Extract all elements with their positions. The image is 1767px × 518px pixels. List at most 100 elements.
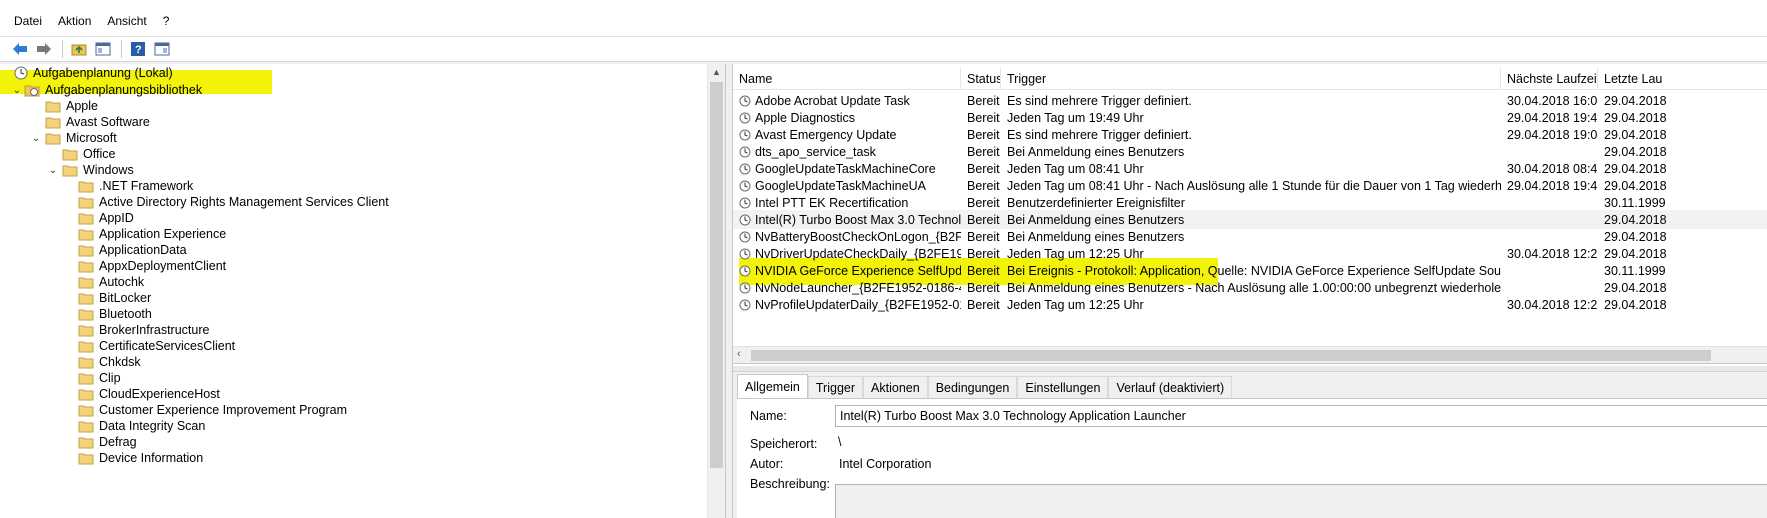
scrollbar-thumb[interactable] — [710, 82, 723, 468]
task-last-run-cell: 30.11.1999 — [1604, 263, 1666, 278]
task-trigger-cell: Jeden Tag um 19:49 Uhr — [1007, 110, 1144, 125]
tab-verlauf[interactable]: Verlauf (deaktiviert) — [1108, 376, 1233, 398]
task-trigger-cell: Es sind mehrere Trigger definiert. — [1007, 93, 1192, 108]
task-name-cell: Adobe Acrobat Update Task — [733, 94, 961, 108]
task-list-horizontal-scrollbar[interactable]: ‹ — [733, 346, 1767, 363]
task-clock-icon — [739, 180, 751, 192]
task-trigger-cell: Bei Anmeldung eines Benutzers — [1007, 229, 1185, 244]
author-label: Autor: — [750, 457, 784, 471]
folder-icon — [78, 180, 94, 193]
up-folder-icon[interactable] — [69, 39, 89, 59]
task-status-cell: Bereit — [967, 178, 1000, 193]
task-trigger-cell: Bei Anmeldung eines Benutzers — [1007, 212, 1185, 227]
tree-item-label: Data Integrity Scan — [99, 419, 206, 433]
svg-text:?: ? — [135, 44, 142, 56]
column-header-name[interactable]: Name — [733, 68, 961, 90]
folder-icon — [78, 260, 94, 273]
column-header-last-run[interactable]: Letzte Lau — [1598, 68, 1767, 90]
task-row[interactable]: NvProfileUpdaterDaily_{B2FE1952-0186-46.… — [733, 295, 1767, 314]
tree-item-label: CertificateServicesClient — [99, 339, 236, 353]
task-next-run-cell: 29.04.2018 19:41:51 — [1507, 178, 1598, 193]
task-last-run-cell: 29.04.2018 — [1604, 110, 1667, 125]
tree-item-label: Bluetooth — [99, 307, 152, 321]
console-tree: Aufgabenplanung (Lokal) ⌄ Aufgabenplanun… — [0, 64, 726, 518]
task-clock-icon — [739, 265, 751, 277]
task-next-run-cell: 30.04.2018 12:25:55 — [1507, 246, 1598, 261]
folder-icon — [62, 148, 78, 161]
task-trigger-cell: Jeden Tag um 12:25 Uhr — [1007, 246, 1144, 261]
chevron-down-icon[interactable]: ⌄ — [10, 85, 24, 96]
task-last-run-cell: 29.04.2018 — [1604, 297, 1667, 312]
folder-icon — [78, 324, 94, 337]
clock-icon — [14, 66, 28, 80]
tree-item-label: Chkdsk — [99, 355, 141, 369]
tree-item-device-information[interactable]: Device Information — [78, 449, 203, 467]
task-name-label: GoogleUpdateTaskMachineCore — [755, 161, 936, 176]
task-name-cell: GoogleUpdateTaskMachineCore — [733, 162, 961, 176]
details-tabs: Allgemein Trigger Aktionen Bedingungen E… — [737, 374, 1233, 398]
scrollbar-thumb[interactable] — [751, 350, 1711, 361]
folder-icon — [78, 308, 94, 321]
task-status-cell: Bereit — [967, 195, 1000, 210]
scroll-up-icon[interactable]: ▲ — [712, 67, 721, 77]
chevron-down-icon[interactable]: ⌄ — [46, 165, 60, 176]
show-hide-console-tree-icon[interactable] — [93, 39, 113, 59]
tree-item-label: Device Information — [99, 451, 204, 465]
task-trigger-cell: Jeden Tag um 12:25 Uhr — [1007, 297, 1144, 312]
menu-help[interactable]: ? — [155, 6, 178, 36]
task-status-cell: Bereit — [967, 212, 1000, 227]
task-next-run-cell: 30.04.2018 16:00:00 — [1507, 93, 1598, 108]
tab-bedingungen[interactable]: Bedingungen — [927, 376, 1018, 398]
menu-aktion[interactable]: Aktion — [50, 6, 99, 36]
tree-vertical-scrollbar[interactable]: ▲ — [707, 64, 725, 518]
show-hide-action-pane-icon[interactable] — [152, 39, 172, 59]
task-name-field[interactable]: Intel(R) Turbo Boost Max 3.0 Technology … — [835, 405, 1767, 427]
tab-trigger[interactable]: Trigger — [807, 376, 864, 398]
tab-einstellungen[interactable]: Einstellungen — [1017, 376, 1109, 398]
task-trigger-cell: Bei Anmeldung eines Benutzers - Nach Aus… — [1007, 280, 1501, 295]
tree-item-label: Autochk — [99, 275, 145, 289]
right-pane: Name Status Trigger Nächste Laufzeit Let… — [732, 64, 1767, 518]
tree-root-item[interactable]: Aufgabenplanung (Lokal) — [14, 64, 173, 82]
tree-item-label: Microsoft — [66, 131, 117, 145]
task-status-cell: Bereit — [967, 110, 1000, 125]
description-field[interactable] — [835, 484, 1767, 518]
forward-arrow-icon[interactable] — [34, 39, 54, 59]
pane-splitter[interactable] — [733, 366, 1767, 372]
task-status-cell: Bereit — [967, 263, 1000, 278]
task-next-run-cell: 30.04.2018 12:25:53 — [1507, 297, 1598, 312]
chevron-down-icon[interactable]: ⌄ — [29, 133, 43, 144]
toolbar: ? — [0, 36, 1767, 62]
folder-icon — [78, 404, 94, 417]
menu-datei[interactable]: Datei — [8, 6, 50, 36]
description-label: Beschreibung: — [750, 477, 830, 491]
task-clock-icon — [739, 197, 751, 209]
task-trigger-cell: Bei Anmeldung eines Benutzers — [1007, 144, 1185, 159]
tree-library-item[interactable]: ⌄ Aufgabenplanungsbibliothek — [10, 81, 202, 99]
help-icon[interactable]: ? — [128, 39, 148, 59]
column-header-next-run[interactable]: Nächste Laufzeit — [1501, 68, 1598, 90]
task-name-label: Intel(R) Turbo Boost Max 3.0 Technology … — [755, 212, 961, 227]
toolbar-separator — [62, 40, 63, 58]
task-last-run-cell: 29.04.2018 — [1604, 144, 1667, 159]
folder-icon — [78, 372, 94, 385]
task-clock-icon — [739, 231, 751, 243]
task-last-run-cell: 29.04.2018 — [1604, 246, 1667, 261]
tab-allgemein[interactable]: Allgemein — [737, 374, 808, 398]
column-header-trigger[interactable]: Trigger — [1001, 68, 1501, 90]
task-trigger-cell: Jeden Tag um 08:41 Uhr — [1007, 161, 1144, 176]
menu-ansicht[interactable]: Ansicht — [99, 6, 154, 36]
task-list: Name Status Trigger Nächste Laufzeit Let… — [733, 64, 1767, 364]
tree-item-label: .NET Framework — [99, 179, 194, 193]
task-name-label: NvBatteryBoostCheckOnLogon_{B2FE1952... — [755, 229, 961, 244]
name-label: Name: — [750, 409, 787, 423]
column-header-status[interactable]: Status — [961, 68, 1001, 90]
task-name-cell: NvDriverUpdateCheckDaily_{B2FE1952-018..… — [733, 247, 961, 261]
task-last-run-cell: 29.04.2018 — [1604, 212, 1667, 227]
task-next-run-cell: 29.04.2018 19:00:44 — [1507, 127, 1598, 142]
task-status-cell: Bereit — [967, 297, 1000, 312]
tab-aktionen[interactable]: Aktionen — [863, 376, 928, 398]
back-arrow-icon[interactable] — [10, 39, 30, 59]
scroll-left-icon[interactable]: ‹ — [737, 348, 741, 360]
tree-item-label: Windows — [83, 163, 134, 177]
